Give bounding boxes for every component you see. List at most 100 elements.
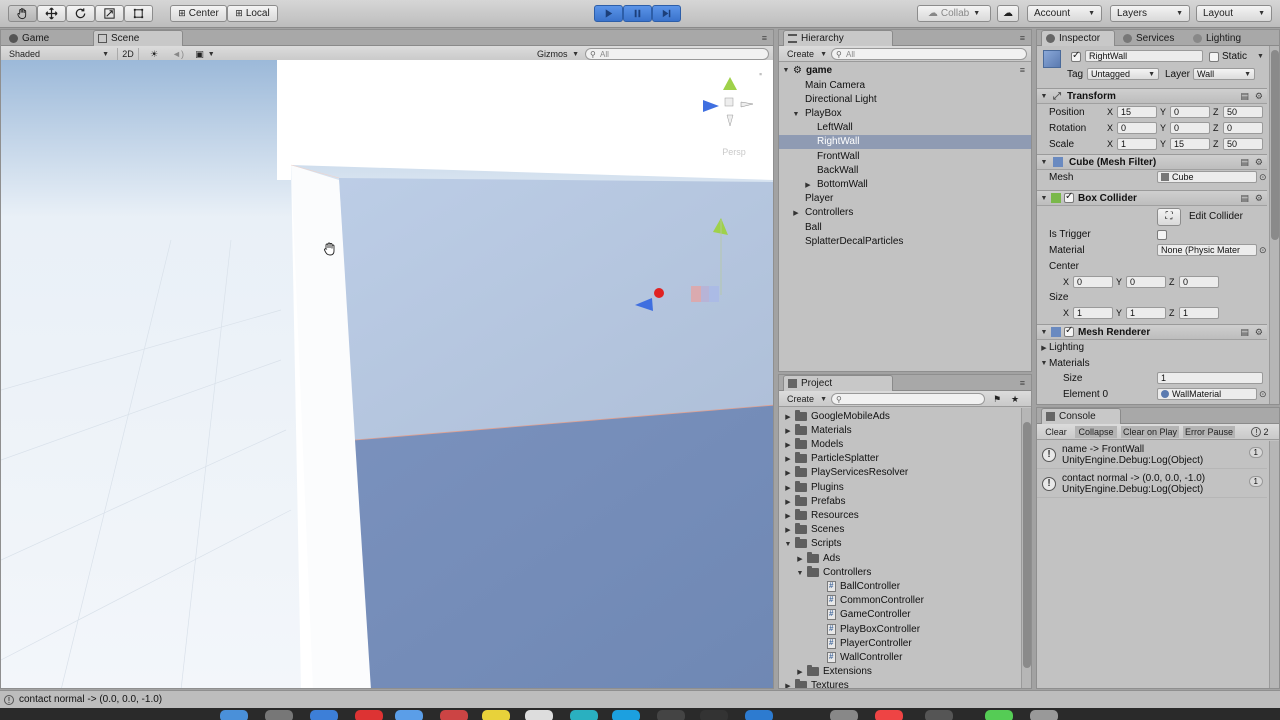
dock-app-icon[interactable]	[925, 710, 953, 720]
hierarchy-item[interactable]: Ball	[779, 220, 1031, 234]
project-create-dropdown[interactable]: Create ▼	[787, 393, 827, 405]
dock-app-icon[interactable]	[1030, 710, 1058, 720]
hierarchy-item[interactable]: Player	[779, 192, 1031, 206]
panel-menu-icon[interactable]: ≡	[762, 33, 767, 43]
book-icon[interactable]: ▤	[1240, 193, 1249, 204]
dock-app-icon[interactable]	[875, 710, 903, 720]
object-name-field[interactable]: RightWall	[1085, 50, 1203, 62]
tab-scene[interactable]: Scene	[93, 30, 183, 46]
tab-inspector[interactable]: Inspector	[1041, 30, 1115, 46]
materials-foldout[interactable]: ▼ Materials	[1037, 356, 1267, 371]
scene-lighting-toggle[interactable]: ☀	[145, 48, 163, 60]
materials-size-field[interactable]: 1	[1157, 372, 1263, 384]
tab-services[interactable]: Services	[1119, 30, 1185, 46]
project-folder-item[interactable]: ▶ Materials	[779, 423, 1031, 437]
play-button[interactable]	[594, 5, 623, 22]
console-scrollbar[interactable]	[1269, 441, 1279, 688]
chevron-right-icon[interactable]: ▶	[783, 455, 793, 463]
project-folder-item[interactable]: ▶ Plugins	[779, 480, 1031, 494]
tab-lighting[interactable]: Lighting	[1189, 30, 1269, 46]
scale-tool-button[interactable]	[95, 5, 124, 22]
active-checkbox[interactable]	[1071, 50, 1081, 62]
project-folder-item[interactable]: ▶ Extensions	[779, 665, 1031, 679]
chevron-right-icon[interactable]: ▶	[783, 484, 793, 492]
vector-y-field[interactable]: 0	[1170, 122, 1210, 134]
layer-dropdown[interactable]: Wall ▼	[1193, 68, 1255, 80]
chevron-down-icon[interactable]: ▼	[1257, 53, 1264, 60]
project-folder-item[interactable]: ▶ Ads	[779, 551, 1031, 565]
project-scrollbar-thumb[interactable]	[1023, 422, 1031, 668]
hierarchy-item[interactable]: ▼ PlayBox	[779, 106, 1031, 120]
axis-z-label[interactable]: Z	[1213, 139, 1219, 149]
tab-console[interactable]: Console	[1041, 408, 1121, 424]
rotate-tool-button[interactable]	[66, 5, 95, 22]
axis-x-label[interactable]: X	[1063, 277, 1069, 287]
account-dropdown[interactable]: Account ▼	[1027, 5, 1102, 22]
axis-x-label[interactable]: X	[1107, 139, 1113, 149]
object-picker-icon[interactable]: ⊙	[1259, 245, 1267, 256]
dock-app-icon[interactable]	[657, 710, 685, 720]
lighting-foldout[interactable]: ▶ Lighting	[1037, 340, 1267, 355]
gear-icon[interactable]: ⚙	[1255, 327, 1263, 338]
axis-z-label[interactable]: Z	[1169, 308, 1175, 318]
gear-icon[interactable]: ⚙	[1255, 157, 1263, 168]
tab-project[interactable]: Project	[783, 375, 893, 391]
book-icon[interactable]: ▤	[1240, 327, 1249, 338]
project-folder-item[interactable]: ▶ Scenes	[779, 523, 1031, 537]
hierarchy-item[interactable]: ▶ BottomWall	[779, 177, 1031, 191]
project-folder-item[interactable]: ▼ Scripts	[779, 537, 1031, 551]
pivot-center-toggle[interactable]: ⊞ Center	[170, 5, 227, 22]
tab-game[interactable]: Game	[5, 30, 89, 46]
axis-z-label[interactable]: Z	[1213, 107, 1219, 117]
dock-app-icon[interactable]	[525, 710, 553, 720]
hierarchy-search-input[interactable]: ⚲ All	[831, 48, 1027, 60]
hierarchy-item[interactable]: RightWall	[779, 134, 1031, 149]
gear-icon[interactable]: ⚙	[1255, 91, 1263, 102]
gizmos-dropdown[interactable]: Gizmos ▼	[537, 48, 579, 60]
project-scrollbar[interactable]	[1021, 408, 1031, 688]
vector-x-field[interactable]: 1	[1117, 138, 1157, 150]
vector-y-field[interactable]: 15	[1170, 138, 1210, 150]
scene-search-input[interactable]: ⚲ All	[585, 48, 769, 60]
project-search-input[interactable]: ⚲	[831, 393, 985, 405]
layers-dropdown[interactable]: Layers ▼	[1110, 5, 1190, 22]
axis-x-label[interactable]: X	[1063, 308, 1069, 318]
console-clear-on-play-toggle[interactable]: Clear on Play	[1121, 426, 1179, 438]
vector-z-field[interactable]: 1	[1179, 307, 1219, 319]
step-button[interactable]	[652, 5, 681, 22]
console-log-entry[interactable]: ! name -> FrontWall UnityEngine.Debug:Log(…	[1037, 441, 1267, 469]
dock-app-icon[interactable]	[612, 710, 640, 720]
scene-menu-icon[interactable]: ≡	[1020, 65, 1025, 75]
hierarchy-item[interactable]: FrontWall	[779, 149, 1031, 163]
book-icon[interactable]: ▤	[1240, 91, 1249, 102]
chevron-right-icon[interactable]: ▶	[783, 498, 793, 506]
project-script-item[interactable]: BallController	[779, 579, 1031, 593]
console-log-filter-toggle[interactable]: ! 2	[1243, 426, 1277, 438]
scene-viewport[interactable]: Persp ▪	[1, 60, 774, 689]
hierarchy-item[interactable]: ▶ Controllers	[779, 206, 1031, 220]
axis-y-label[interactable]: Y	[1160, 107, 1166, 117]
space-local-toggle[interactable]: ⊞ Local	[227, 5, 278, 22]
collab-button[interactable]: ☁ Collab ▼	[917, 5, 991, 22]
axis-z-label[interactable]: Z	[1169, 277, 1175, 287]
axis-y-label[interactable]: Y	[1160, 123, 1166, 133]
hierarchy-item[interactable]: LeftWall	[779, 121, 1031, 135]
project-folder-item[interactable]: ▶ Models	[779, 437, 1031, 451]
scene-render[interactable]: Persp ▪	[1, 60, 774, 689]
vector-z-field[interactable]: 0	[1179, 276, 1219, 288]
project-folder-item[interactable]: ▶ ParticleSplatter	[779, 452, 1031, 466]
inspector-scrollbar-thumb[interactable]	[1271, 50, 1279, 240]
move-tool-button[interactable]	[37, 5, 66, 22]
mesh-renderer-header[interactable]: ▼ Mesh Renderer ▤⚙	[1037, 324, 1267, 340]
dock-app-icon[interactable]	[570, 710, 598, 720]
mesh-renderer-enabled-checkbox[interactable]	[1064, 325, 1074, 337]
mesh-filter-header[interactable]: ▼ Cube (Mesh Filter) ▤ ⚙	[1037, 154, 1267, 170]
vector-z-field[interactable]: 50	[1223, 138, 1263, 150]
project-folder-item[interactable]: ▶ PlayServicesResolver	[779, 466, 1031, 480]
chevron-right-icon[interactable]: ▶	[803, 181, 813, 189]
vector-y-field[interactable]: 1	[1126, 307, 1166, 319]
filter-type-icon[interactable]: ⚑	[993, 393, 1005, 405]
is-trigger-checkbox[interactable]	[1157, 230, 1167, 240]
chevron-right-icon[interactable]: ▶	[783, 469, 793, 477]
dock-app-icon[interactable]	[745, 710, 773, 720]
